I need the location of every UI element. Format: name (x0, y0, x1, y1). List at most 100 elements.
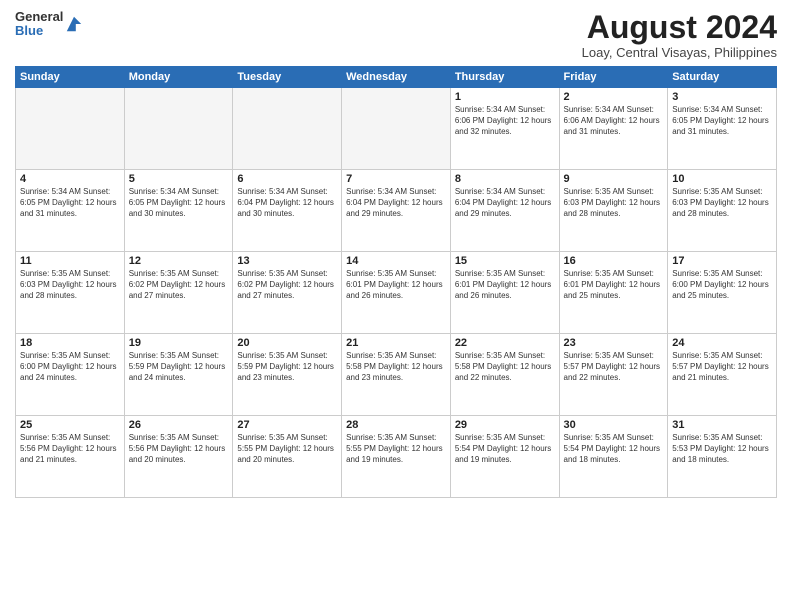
day-number: 17 (672, 255, 772, 267)
day-info: Sunrise: 5:35 AM Sunset: 5:58 PM Dayligh… (455, 351, 555, 383)
day-info: Sunrise: 5:35 AM Sunset: 6:01 PM Dayligh… (346, 269, 446, 301)
col-sunday: Sunday (16, 67, 125, 88)
day-number: 19 (129, 337, 229, 349)
week-row-4: 25 Sunrise: 5:35 AM Sunset: 5:56 PM Dayli… (16, 416, 777, 498)
day-info: Sunrise: 5:35 AM Sunset: 6:03 PM Dayligh… (564, 187, 664, 219)
cell-2-1: 12Sunrise: 5:35 AM Sunset: 6:02 PM Dayli… (124, 252, 233, 334)
week-row-3: 18Sunrise: 5:35 AM Sunset: 6:00 PM Dayli… (16, 334, 777, 416)
cell-2-2: 13Sunrise: 5:35 AM Sunset: 6:02 PM Dayli… (233, 252, 342, 334)
col-tuesday: Tuesday (233, 67, 342, 88)
day-info: Sunrise: 5:34 AM Sunset: 6:04 PM Dayligh… (346, 187, 446, 219)
day-info: Sunrise: 5:34 AM Sunset: 6:05 PM Dayligh… (20, 187, 120, 219)
cell-4-6: 31 Sunrise: 5:35 AM Sunset: 5:53 PM Dayli… (668, 416, 777, 498)
day-info: Sunrise: 5:34 AM Sunset: 6:06 AM Dayligh… (564, 105, 664, 137)
day-info: Sunrise: 5:35 AM Sunset: 5:59 PM Dayligh… (129, 351, 229, 383)
logo: General Blue (15, 10, 83, 39)
cell-1-6: 10 Sunrise: 5:35 AM Sunset: 6:03 PM Dayli… (668, 170, 777, 252)
day-number: 30 (564, 419, 664, 431)
cell-1-4: 8 Sunrise: 5:34 AM Sunset: 6:04 PM Daylig… (450, 170, 559, 252)
logo-text: General Blue (15, 10, 63, 39)
day-info: Sunrise: 5:34 AM Sunset: 6:04 PM Dayligh… (455, 187, 555, 219)
calendar-table: Sunday Monday Tuesday Wednesday Thursday… (15, 66, 777, 498)
day-info: Sunrise: 5:35 AM Sunset: 5:55 PM Dayligh… (237, 433, 337, 465)
day-info: Sunrise: 5:34 AM Sunset: 6:04 PM Dayligh… (237, 187, 337, 219)
day-number: 29 (455, 419, 555, 431)
day-number: 23 (564, 337, 664, 349)
cell-4-3: 28 Sunrise: 5:35 AM Sunset: 5:55 PM Dayli… (342, 416, 451, 498)
logo-blue: Blue (15, 24, 63, 38)
day-number: 16 (564, 255, 664, 267)
day-number: 13 (237, 255, 337, 267)
day-number: 11 (20, 255, 120, 267)
day-info: Sunrise: 5:35 AM Sunset: 6:01 PM Dayligh… (564, 269, 664, 301)
cell-4-0: 25 Sunrise: 5:35 AM Sunset: 5:56 PM Dayli… (16, 416, 125, 498)
col-monday: Monday (124, 67, 233, 88)
col-saturday: Saturday (668, 67, 777, 88)
day-number: 27 (237, 419, 337, 431)
day-info: Sunrise: 5:35 AM Sunset: 6:00 PM Dayligh… (672, 269, 772, 301)
day-number: 8 (455, 173, 555, 185)
cell-4-4: 29 Sunrise: 5:35 AM Sunset: 5:54 PM Dayli… (450, 416, 559, 498)
day-info: Sunrise: 5:35 AM Sunset: 6:02 PM Dayligh… (129, 269, 229, 301)
day-number: 15 (455, 255, 555, 267)
day-number: 18 (20, 337, 120, 349)
day-info: Sunrise: 5:35 AM Sunset: 6:03 PM Dayligh… (672, 187, 772, 219)
day-number: 20 (237, 337, 337, 349)
day-number: 31 (672, 419, 772, 431)
cell-3-3: 21 Sunrise: 5:35 AM Sunset: 5:58 PM Dayli… (342, 334, 451, 416)
header: General Blue August 2024 Loay, Central V… (15, 10, 777, 60)
day-info: Sunrise: 5:35 AM Sunset: 5:53 PM Dayligh… (672, 433, 772, 465)
cell-4-5: 30 Sunrise: 5:35 AM Sunset: 5:54 PM Dayli… (559, 416, 668, 498)
cell-3-5: 23Sunrise: 5:35 AM Sunset: 5:57 PM Dayli… (559, 334, 668, 416)
cell-2-3: 14 Sunrise: 5:35 AM Sunset: 6:01 PM Dayli… (342, 252, 451, 334)
day-number: 2 (564, 91, 664, 103)
day-info: Sunrise: 5:34 AM Sunset: 6:06 PM Dayligh… (455, 105, 555, 137)
day-number: 3 (672, 91, 772, 103)
cell-3-0: 18Sunrise: 5:35 AM Sunset: 6:00 PM Dayli… (16, 334, 125, 416)
week-row-0: 1 Sunrise: 5:34 AM Sunset: 6:06 PM Daylig… (16, 88, 777, 170)
cell-3-1: 19 Sunrise: 5:35 AM Sunset: 5:59 PM Dayli… (124, 334, 233, 416)
day-info: Sunrise: 5:35 AM Sunset: 5:54 PM Dayligh… (564, 433, 664, 465)
day-info: Sunrise: 5:35 AM Sunset: 5:58 PM Dayligh… (346, 351, 446, 383)
cell-3-6: 24Sunrise: 5:35 AM Sunset: 5:57 PM Dayli… (668, 334, 777, 416)
cell-4-1: 26Sunrise: 5:35 AM Sunset: 5:56 PM Dayli… (124, 416, 233, 498)
cell-1-3: 7Sunrise: 5:34 AM Sunset: 6:04 PM Daylig… (342, 170, 451, 252)
day-number: 10 (672, 173, 772, 185)
day-number: 5 (129, 173, 229, 185)
cell-0-0 (16, 88, 125, 170)
day-number: 26 (129, 419, 229, 431)
cell-2-5: 16 Sunrise: 5:35 AM Sunset: 6:01 PM Dayli… (559, 252, 668, 334)
day-info: Sunrise: 5:35 AM Sunset: 6:03 PM Dayligh… (20, 269, 120, 301)
day-number: 25 (20, 419, 120, 431)
day-number: 14 (346, 255, 446, 267)
cell-3-2: 20 Sunrise: 5:35 AM Sunset: 5:59 PM Dayli… (233, 334, 342, 416)
cell-0-4: 1 Sunrise: 5:34 AM Sunset: 6:06 PM Daylig… (450, 88, 559, 170)
day-number: 22 (455, 337, 555, 349)
day-info: Sunrise: 5:35 AM Sunset: 5:56 PM Dayligh… (20, 433, 120, 465)
col-wednesday: Wednesday (342, 67, 451, 88)
day-info: Sunrise: 5:35 AM Sunset: 5:59 PM Dayligh… (237, 351, 337, 383)
day-number: 28 (346, 419, 446, 431)
day-number: 9 (564, 173, 664, 185)
day-number: 1 (455, 91, 555, 103)
title-block: August 2024 Loay, Central Visayas, Phili… (582, 10, 777, 60)
cell-1-2: 6 Sunrise: 5:34 AM Sunset: 6:04 PM Daylig… (233, 170, 342, 252)
cell-2-6: 17 Sunrise: 5:35 AM Sunset: 6:00 PM Dayli… (668, 252, 777, 334)
cell-2-4: 15 Sunrise: 5:35 AM Sunset: 6:01 PM Dayli… (450, 252, 559, 334)
day-info: Sunrise: 5:34 AM Sunset: 6:05 PM Dayligh… (129, 187, 229, 219)
header-row: Sunday Monday Tuesday Wednesday Thursday… (16, 67, 777, 88)
day-number: 24 (672, 337, 772, 349)
day-number: 6 (237, 173, 337, 185)
cell-0-6: 3 Sunrise: 5:34 AM Sunset: 6:05 PM Daylig… (668, 88, 777, 170)
day-info: Sunrise: 5:35 AM Sunset: 5:54 PM Dayligh… (455, 433, 555, 465)
month-title: August 2024 (582, 10, 777, 45)
day-info: Sunrise: 5:34 AM Sunset: 6:05 PM Dayligh… (672, 105, 772, 137)
day-info: Sunrise: 5:35 AM Sunset: 5:55 PM Dayligh… (346, 433, 446, 465)
day-info: Sunrise: 5:35 AM Sunset: 6:01 PM Dayligh… (455, 269, 555, 301)
day-number: 21 (346, 337, 446, 349)
location: Loay, Central Visayas, Philippines (582, 45, 777, 60)
cell-1-5: 9 Sunrise: 5:35 AM Sunset: 6:03 PM Daylig… (559, 170, 668, 252)
week-row-1: 4 Sunrise: 5:34 AM Sunset: 6:05 PM Daylig… (16, 170, 777, 252)
day-number: 4 (20, 173, 120, 185)
page: General Blue August 2024 Loay, Central V… (0, 0, 792, 612)
